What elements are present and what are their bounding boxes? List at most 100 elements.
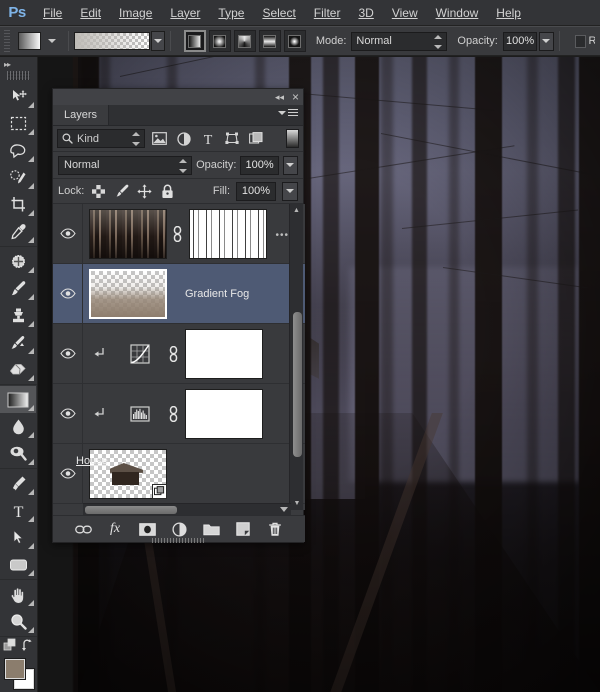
linear-gradient-button[interactable] bbox=[184, 30, 206, 52]
menu-item-view[interactable]: View bbox=[383, 0, 427, 26]
gradient-tool[interactable] bbox=[0, 386, 36, 413]
options-bar-grip[interactable] bbox=[2, 30, 10, 52]
layer-visibility-toggle[interactable] bbox=[53, 264, 83, 324]
link-mask-icon[interactable] bbox=[163, 406, 183, 422]
rectangle-tool[interactable] bbox=[0, 551, 36, 578]
add-layer-mask-button[interactable] bbox=[138, 520, 156, 538]
layer-visibility-toggle[interactable] bbox=[53, 204, 83, 264]
opacity-chevron-down-icon[interactable] bbox=[539, 32, 553, 51]
table-row[interactable]: Gradient Fog bbox=[53, 264, 305, 324]
layer-list-scrollbar[interactable]: ▲ ▼ bbox=[289, 204, 303, 510]
brush-tool[interactable] bbox=[0, 275, 36, 302]
layer-visibility-toggle[interactable] bbox=[53, 324, 83, 384]
panel-menu-icon[interactable] bbox=[278, 109, 298, 116]
table-row[interactable] bbox=[53, 384, 305, 444]
gradient-preview-swatch[interactable] bbox=[74, 32, 149, 50]
rectangular-marquee-tool[interactable] bbox=[0, 110, 36, 137]
diamond-gradient-button[interactable] bbox=[284, 30, 306, 52]
layer-name[interactable]: Gradient Fog bbox=[185, 288, 249, 300]
delete-layer-button[interactable] bbox=[266, 520, 284, 538]
new-group-button[interactable] bbox=[202, 520, 220, 538]
foreground-background-color[interactable] bbox=[0, 656, 36, 692]
layer-opacity-input[interactable]: 100% bbox=[240, 156, 278, 175]
layer-blend-mode-spinner-icon[interactable] bbox=[179, 159, 187, 173]
layer-thumbnail[interactable] bbox=[89, 269, 167, 319]
layer-visibility-toggle[interactable] bbox=[53, 384, 83, 444]
menu-item-3d[interactable]: 3D bbox=[349, 0, 382, 26]
reverse-checkbox[interactable] bbox=[575, 35, 586, 48]
reflected-gradient-button[interactable] bbox=[259, 30, 281, 52]
menu-item-layer[interactable]: Layer bbox=[161, 0, 209, 26]
link-mask-icon[interactable] bbox=[167, 226, 187, 242]
fill-input[interactable]: 100% bbox=[236, 182, 276, 201]
menu-item-select[interactable]: Select bbox=[253, 0, 304, 26]
levels-adjustment-icon[interactable] bbox=[117, 406, 163, 422]
menu-item-image[interactable]: Image bbox=[110, 0, 161, 26]
new-adjustment-layer-button[interactable] bbox=[170, 520, 188, 538]
filter-enable-toggle[interactable] bbox=[286, 129, 299, 148]
eyedropper-tool[interactable] bbox=[0, 218, 36, 245]
crop-tool[interactable] bbox=[0, 191, 36, 218]
tab-layers[interactable]: Layers bbox=[53, 105, 109, 125]
gradient-tool-preset-icon[interactable] bbox=[18, 32, 41, 50]
lock-transparent-pixels-icon[interactable] bbox=[90, 183, 107, 200]
fill-chevron-down-icon[interactable] bbox=[282, 182, 298, 201]
layer-blend-mode-select[interactable]: Normal bbox=[58, 156, 192, 175]
dodge-tool[interactable] bbox=[0, 440, 36, 467]
path-selection-tool[interactable] bbox=[0, 524, 36, 551]
layer-name[interactable]: House bbox=[76, 455, 192, 481]
opacity-input[interactable]: 100% bbox=[503, 32, 538, 51]
menu-item-window[interactable]: Window bbox=[427, 0, 488, 26]
hscrollbar-thumb[interactable] bbox=[85, 506, 177, 514]
curves-adjustment-icon[interactable] bbox=[117, 344, 163, 364]
lock-image-pixels-icon[interactable] bbox=[113, 183, 130, 200]
layer-list[interactable]: ••• Gradient Fog bbox=[53, 204, 305, 510]
table-row[interactable]: House bbox=[53, 444, 305, 504]
spot-healing-brush-tool[interactable] bbox=[0, 248, 36, 275]
zoom-tool[interactable] bbox=[0, 608, 36, 635]
scroll-up-arrow-icon[interactable]: ▲ bbox=[290, 204, 303, 217]
menu-item-file[interactable]: File bbox=[34, 0, 71, 26]
layer-opacity-chevron-down-icon[interactable] bbox=[283, 156, 298, 175]
lasso-tool[interactable] bbox=[0, 137, 36, 164]
angle-gradient-button[interactable] bbox=[234, 30, 256, 52]
scrollbar-thumb[interactable] bbox=[293, 312, 302, 457]
tools-panel-grip[interactable] bbox=[7, 71, 30, 80]
filter-pixel-layers-icon[interactable] bbox=[150, 129, 169, 148]
menu-item-help[interactable]: Help bbox=[487, 0, 530, 26]
table-row[interactable] bbox=[53, 324, 305, 384]
filter-smart-object-layers-icon[interactable] bbox=[246, 129, 265, 148]
type-tool[interactable]: T bbox=[0, 497, 36, 524]
layer-list-horizontal-scrollbar[interactable] bbox=[83, 503, 291, 515]
quick-selection-tool[interactable] bbox=[0, 164, 36, 191]
history-brush-tool[interactable] bbox=[0, 329, 36, 356]
eraser-tool[interactable] bbox=[0, 356, 36, 383]
menu-item-type[interactable]: Type bbox=[209, 0, 253, 26]
pen-tool[interactable] bbox=[0, 470, 36, 497]
scroll-down-arrow-icon[interactable]: ▼ bbox=[290, 497, 304, 510]
filter-shape-layers-icon[interactable] bbox=[222, 129, 241, 148]
layer-mask-thumbnail[interactable] bbox=[189, 209, 267, 259]
close-panel-icon[interactable]: × bbox=[292, 91, 299, 103]
filter-adjustment-layers-icon[interactable] bbox=[174, 129, 193, 148]
gradient-picker-chevron-down-icon[interactable] bbox=[151, 31, 165, 51]
blend-mode-spinner-icon[interactable] bbox=[434, 35, 442, 49]
layer-mask-thumbnail[interactable] bbox=[185, 389, 263, 439]
radial-gradient-button[interactable] bbox=[209, 30, 231, 52]
layer-thumbnail[interactable] bbox=[89, 209, 167, 259]
blend-mode-select[interactable]: Normal bbox=[351, 32, 447, 51]
menu-item-filter[interactable]: Filter bbox=[305, 0, 350, 26]
lock-all-icon[interactable] bbox=[159, 183, 176, 200]
filter-kind-select[interactable]: Kind bbox=[57, 129, 145, 148]
tool-preset-chevron-down-icon[interactable] bbox=[48, 39, 56, 43]
table-row[interactable]: ••• bbox=[53, 204, 305, 264]
panel-titlebar[interactable]: ◂◂ × bbox=[53, 89, 303, 105]
layer-mask-thumbnail[interactable] bbox=[185, 329, 263, 379]
panel-resize-icon[interactable] bbox=[280, 507, 288, 512]
foreground-color-swatch[interactable] bbox=[5, 659, 25, 679]
collapse-panel-icon[interactable]: ◂◂ bbox=[275, 93, 284, 102]
panel-resize-grip[interactable] bbox=[152, 538, 206, 543]
lock-position-icon[interactable] bbox=[136, 183, 153, 200]
move-tool[interactable] bbox=[0, 83, 36, 110]
filter-kind-spinner-icon[interactable] bbox=[132, 132, 140, 146]
